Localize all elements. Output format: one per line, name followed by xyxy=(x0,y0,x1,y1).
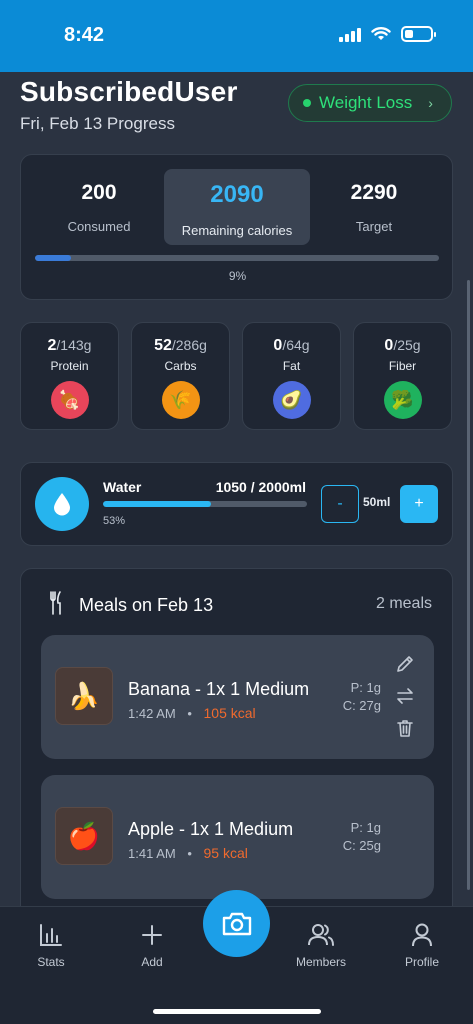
remaining-stat: 2090 Remaining calories xyxy=(164,169,310,245)
home-indicator[interactable] xyxy=(153,1009,321,1014)
fork-knife-icon xyxy=(50,591,61,615)
water-title: Water xyxy=(103,479,142,495)
tab-label: Add xyxy=(141,955,163,969)
banana-icon: 🍌 xyxy=(55,667,113,725)
user-icon xyxy=(387,921,457,949)
tab-stats[interactable]: Stats xyxy=(16,921,86,969)
status-bar: 8:42 xyxy=(0,0,473,72)
meal-item[interactable]: 🍎 Apple - 1x 1 Medium 1:41 AM • 95 kcal … xyxy=(41,775,434,899)
remaining-label: Remaining calories xyxy=(181,223,293,238)
water-percent: 53% xyxy=(103,515,126,527)
meal-kcal: 95 kcal xyxy=(203,845,248,861)
meals-card: Meals on Feb 13 2 meals 🍌 Banana - 1x 1 … xyxy=(20,568,453,906)
macro-label: Fiber xyxy=(388,359,417,373)
target-label: Target xyxy=(355,219,393,234)
meal-name: Banana - 1x 1 Medium xyxy=(128,679,310,699)
tab-label: Members xyxy=(295,955,346,969)
macro-value: 0 xyxy=(273,337,283,354)
macro-card-fat: 0/64g Fat 🥑 xyxy=(242,322,341,430)
water-drop-icon xyxy=(35,477,89,531)
wifi-icon xyxy=(371,27,391,40)
consumed-value: 200 xyxy=(81,181,117,204)
chevron-right-icon: › xyxy=(428,95,433,111)
status-icons xyxy=(339,26,436,42)
meals-title: Meals on Feb 13 xyxy=(79,595,214,615)
macro-value: 0 xyxy=(384,337,394,354)
meal-kcal: 105 kcal xyxy=(203,705,256,721)
calories-progress-fill xyxy=(35,255,72,261)
tab-label: Profile xyxy=(404,955,439,969)
meal-protein: P: 1g xyxy=(350,820,381,835)
meta-separator: • xyxy=(187,706,192,721)
water-amount: 1050 / 2000ml xyxy=(215,479,306,495)
goal-status-dot xyxy=(303,99,311,107)
meal-item[interactable]: 🍌 Banana - 1x 1 Medium 1:42 AM • 105 kca… xyxy=(41,635,434,759)
scrollbar[interactable] xyxy=(467,280,470,890)
water-progress-fill xyxy=(103,501,212,507)
apple-icon: 🍎 xyxy=(55,807,113,865)
signal-icon xyxy=(339,26,361,42)
app-content: SubscribedUser Fri, Feb 13 Progress Weig… xyxy=(0,72,473,906)
meat-icon: 🍖 xyxy=(50,381,89,419)
water-step-amount: 50ml xyxy=(363,495,391,509)
macro-target: /286g xyxy=(171,337,207,353)
meal-time: 1:42 AM xyxy=(128,706,176,721)
bar-chart-icon xyxy=(16,921,86,949)
plus-icon xyxy=(117,921,187,949)
macro-card-fiber: 0/25g Fiber 🥦 xyxy=(353,322,452,430)
user-name: SubscribedUser xyxy=(20,76,238,107)
tab-label: Stats xyxy=(37,955,65,969)
wheat-icon: 🌾 xyxy=(161,381,200,419)
camera-button[interactable] xyxy=(203,890,270,957)
water-card: Water 1050 / 2000ml 53% - 50ml + xyxy=(20,462,453,546)
macro-card-protein: 2/143g Protein 🍖 xyxy=(20,322,119,430)
battery-icon xyxy=(401,26,436,42)
calories-card: 200 Consumed 2090 Remaining calories 229… xyxy=(20,154,453,300)
avocado-icon: 🥑 xyxy=(272,381,311,419)
water-decrease-button[interactable]: - xyxy=(321,485,359,523)
macro-target: /64g xyxy=(282,337,310,353)
target-value: 2290 xyxy=(350,181,398,204)
target-stat: 2290 Target xyxy=(301,169,447,245)
remaining-value: 2090 xyxy=(210,181,264,208)
macro-label: Fat xyxy=(282,359,301,373)
calories-progress-bar xyxy=(35,255,439,261)
macro-value: 52 xyxy=(154,337,172,354)
consumed-label: Consumed xyxy=(67,219,131,234)
macro-card-carbs: 52/286g Carbs 🌾 xyxy=(131,322,230,430)
goal-button[interactable]: Weight Loss › xyxy=(288,84,452,122)
tab-profile[interactable]: Profile xyxy=(387,921,457,969)
meal-name: Apple - 1x 1 Medium xyxy=(128,819,294,839)
meal-actions xyxy=(394,653,416,739)
consumed-stat: 200 Consumed xyxy=(26,169,172,245)
meal-carbs: C: 25g xyxy=(342,838,381,853)
calories-percent: 9% xyxy=(228,269,247,283)
edit-icon[interactable] xyxy=(394,653,416,675)
tab-add[interactable]: Add xyxy=(117,921,187,969)
swap-icon[interactable] xyxy=(394,685,416,707)
camera-icon xyxy=(222,912,251,935)
tab-members[interactable]: Members xyxy=(286,921,356,969)
macro-label: Carbs xyxy=(164,359,197,373)
status-time: 8:42 xyxy=(64,24,105,46)
users-icon xyxy=(286,921,356,949)
trash-icon[interactable] xyxy=(394,717,416,739)
macro-target: /143g xyxy=(56,337,92,353)
progress-date: Fri, Feb 13 Progress xyxy=(20,114,175,133)
macro-label: Protein xyxy=(50,359,89,373)
macro-target: /25g xyxy=(393,337,421,353)
broccoli-icon: 🥦 xyxy=(383,381,422,419)
meals-count: 2 meals xyxy=(375,595,432,612)
meal-carbs: C: 27g xyxy=(342,698,381,713)
goal-label: Weight Loss xyxy=(319,93,413,112)
meal-protein: P: 1g xyxy=(350,680,381,695)
water-increase-button[interactable]: + xyxy=(400,485,438,523)
meal-time: 1:41 AM xyxy=(128,846,176,861)
meta-separator: • xyxy=(187,846,192,861)
water-progress-bar xyxy=(103,501,307,507)
